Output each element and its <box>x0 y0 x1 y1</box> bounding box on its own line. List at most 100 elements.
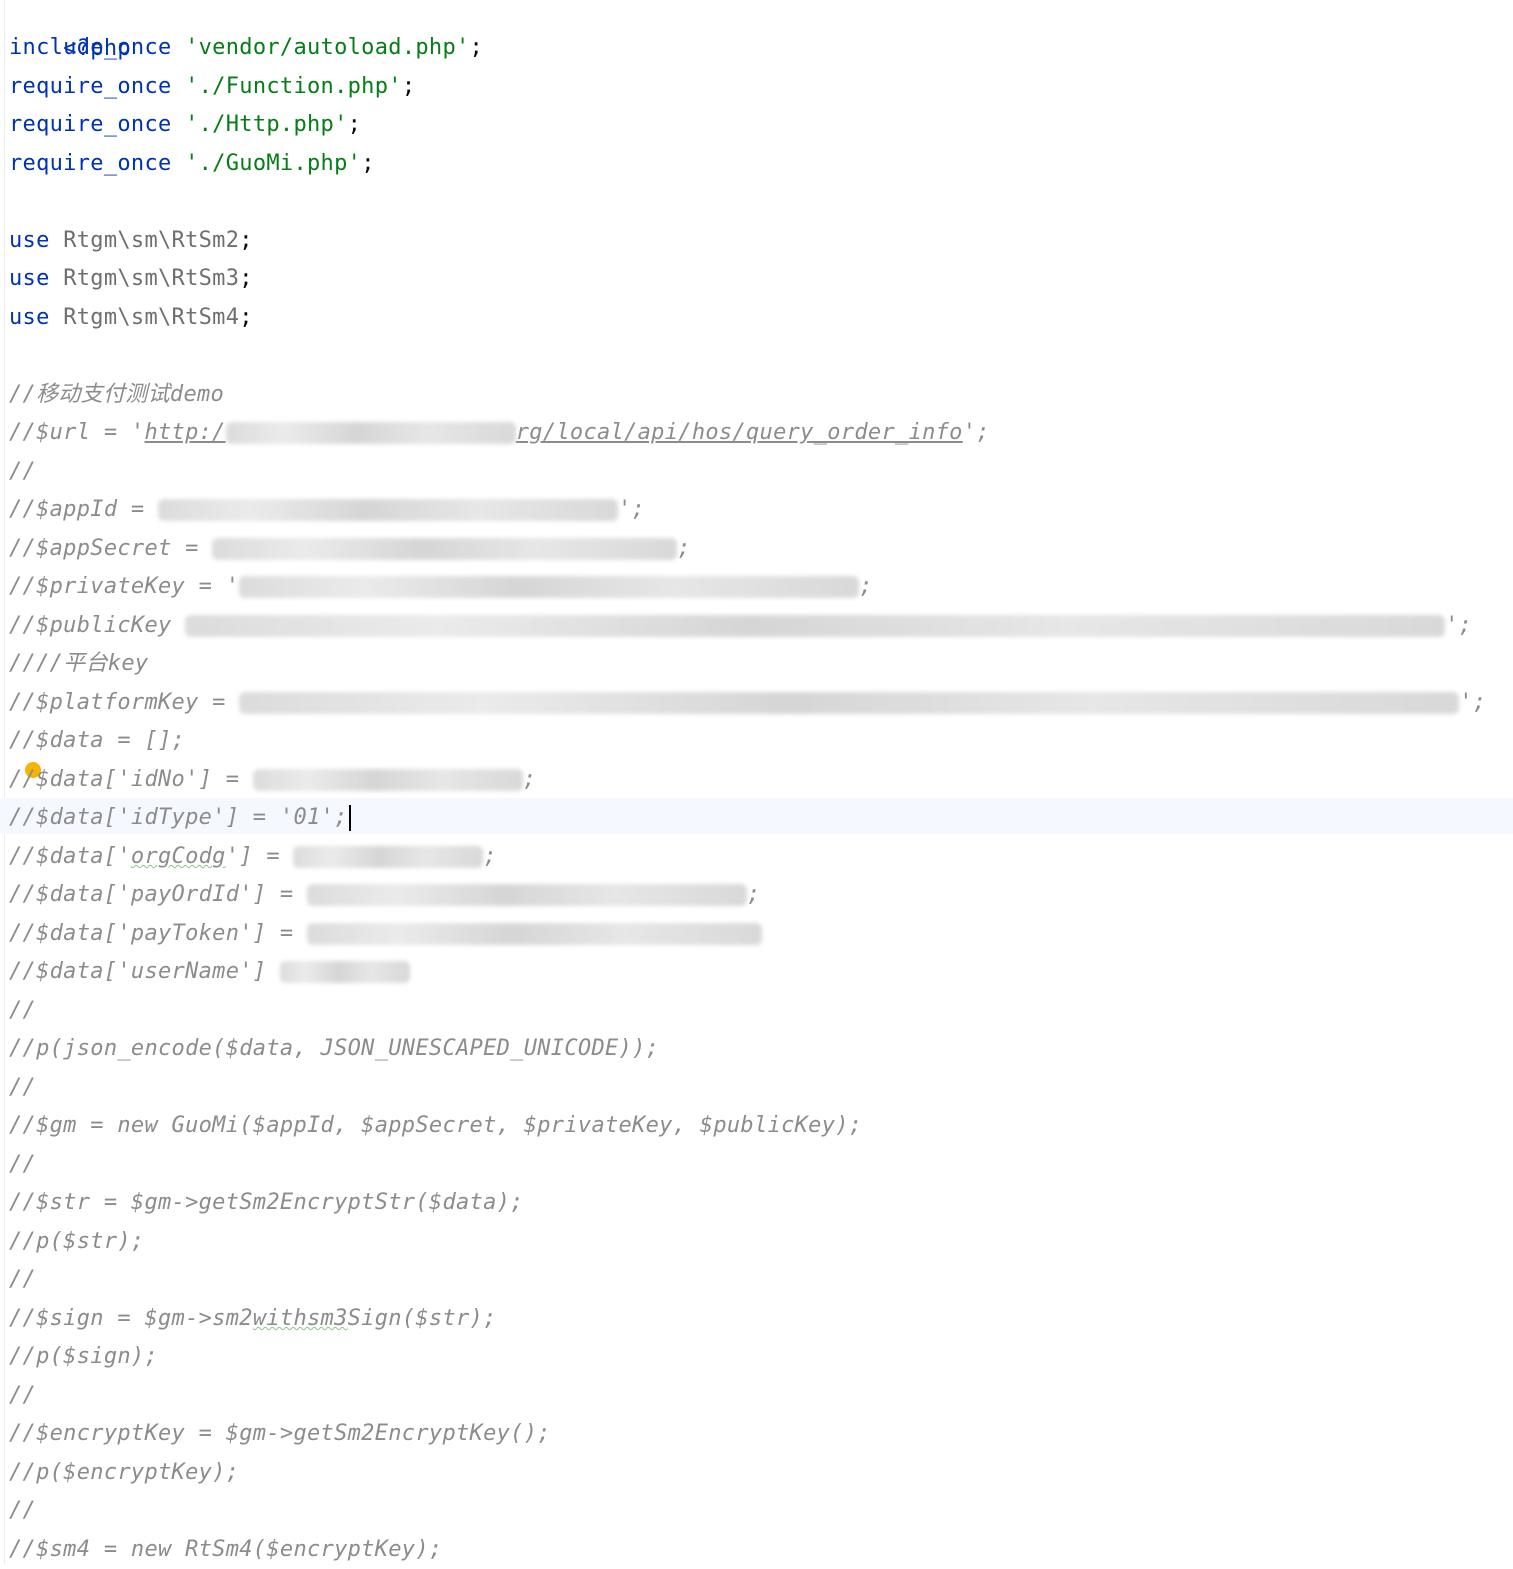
code-line[interactable]: // <box>9 992 36 1030</box>
code-line[interactable]: //$data['orgCodg'] = ; <box>9 838 497 876</box>
string-literal: './Http.php' <box>185 112 348 137</box>
code-line[interactable]: //$appSecret = ; <box>9 530 691 568</box>
code-line[interactable]: //$publicKey '; <box>9 607 1472 645</box>
comment-text: //$data = []; <box>9 728 186 753</box>
comment-text: // <box>9 1267 37 1292</box>
comment-text-cjk: 平台 <box>63 651 108 676</box>
comment-text: '] = <box>225 844 294 869</box>
comment-text: // <box>9 1152 37 1177</box>
comment-text: //$data[' <box>9 844 131 869</box>
comment-text: //p($encryptKey); <box>9 1460 240 1485</box>
comment-text: ; <box>483 844 498 869</box>
punctuation: ; <box>239 266 253 291</box>
comment-text: //p($sign); <box>9 1344 158 1369</box>
redacted-block <box>225 422 516 444</box>
keyword: require_once <box>9 112 172 137</box>
gutter-divider <box>4 0 5 1564</box>
code-line[interactable]: //$url = 'http:/ rg/local/api/hos/query_o… <box>9 414 990 452</box>
code-line[interactable]: //$sm4 = new RtSm4($encryptKey); <box>9 1531 442 1569</box>
code-line[interactable]: // <box>9 1146 36 1184</box>
comment-text: //$data['payToken'] = <box>9 921 307 946</box>
string-literal: 'vendor/autoload.php' <box>185 35 470 60</box>
comment-marker: // <box>9 382 37 407</box>
code-line[interactable]: //$data['payToken'] = <box>9 915 762 953</box>
comment-marker: //// <box>9 651 64 676</box>
keyword: include_once <box>9 35 172 60</box>
comment-text: //$sign = $gm->sm2 <box>9 1306 253 1331</box>
code-line[interactable]: include_once 'vendor/autoload.php'; <box>9 29 483 67</box>
code-line[interactable]: require_once './GuoMi.php'; <box>9 145 375 183</box>
code-line[interactable]: //$sign = $gm->sm2withsm3Sign($str); <box>9 1300 497 1338</box>
comment-text: //$platformKey = <box>9 690 240 715</box>
punctuation: ; <box>239 228 253 253</box>
keyword: use <box>9 228 50 253</box>
redacted-block <box>307 884 747 906</box>
comment-text: //$data['payOrdId'] = <box>9 882 307 907</box>
code-line[interactable]: //p(json_encode($data, JSON_UNESCAPED_UN… <box>9 1030 659 1068</box>
keyword: require_once <box>9 151 172 176</box>
code-line[interactable]: // <box>9 1377 36 1415</box>
code-line[interactable]: use Rtgm\sm\RtSm4; <box>9 299 253 337</box>
code-line[interactable]: //$privateKey = '; <box>9 568 873 606</box>
keyword: use <box>9 305 50 330</box>
string-literal: './GuoMi.php' <box>185 151 362 176</box>
comment-text: '; <box>1445 613 1473 638</box>
string-literal: './Function.php' <box>185 74 402 99</box>
code-editor[interactable]: <?php include_once 'vendor/autoload.php'… <box>0 0 1513 1564</box>
comment-text: //$data['idNo'] = <box>9 767 253 792</box>
code-line[interactable]: ////平台key <box>9 645 148 683</box>
comment-text: //$data['userName'] <box>9 959 280 984</box>
code-line[interactable]: //移动支付测试demo <box>9 376 224 414</box>
comment-text: //$url = ' <box>9 420 145 445</box>
code-line-current[interactable]: //$data['idType'] = '01'; <box>9 799 351 837</box>
code-line[interactable]: //p($encryptKey); <box>9 1454 239 1492</box>
namespace: Rtgm\sm\RtSm3 <box>63 266 240 291</box>
code-line[interactable]: //$encryptKey = $gm->getSm2EncryptKey(); <box>9 1415 551 1453</box>
namespace: Rtgm\sm\RtSm2 <box>63 228 240 253</box>
code-line[interactable]: use Rtgm\sm\RtSm3; <box>9 260 253 298</box>
code-line[interactable]: //$data['userName'] <box>9 953 410 991</box>
redacted-block <box>212 538 678 560</box>
code-line[interactable]: require_once './Http.php'; <box>9 106 361 144</box>
code-line[interactable]: //$appId = '; <box>9 491 645 529</box>
comment-text-cjk: 移动支付测试 <box>36 382 170 407</box>
typo-warning-text: orgCodg <box>130 844 226 869</box>
comment-text: '; <box>1459 690 1487 715</box>
comment-text: //$encryptKey = $gm->getSm2EncryptKey(); <box>9 1421 551 1446</box>
code-line[interactable]: // <box>9 453 36 491</box>
code-line[interactable]: // <box>9 1492 36 1530</box>
code-line[interactable]: //$data['idNo'] = ; <box>9 761 536 799</box>
namespace: Rtgm\sm\RtSm4 <box>63 305 240 330</box>
comment-text: // <box>9 1075 37 1100</box>
code-line[interactable]: //$gm = new GuoMi($appId, $appSecret, $p… <box>9 1107 862 1145</box>
punctuation: ; <box>347 112 362 137</box>
code-line[interactable]: // <box>9 1261 36 1299</box>
code-line[interactable]: //p($str); <box>9 1223 144 1261</box>
punctuation: ; <box>361 151 375 176</box>
keyword: require_once <box>9 74 172 99</box>
comment-text: //$data['idType'] = '01'; <box>9 805 348 830</box>
comment-text: key <box>107 651 149 676</box>
comment-text: //$str = $gm->getSm2EncryptStr($data); <box>9 1190 524 1215</box>
redacted-block <box>293 846 484 868</box>
code-line[interactable]: //$str = $gm->getSm2EncryptStr($data); <box>9 1184 524 1222</box>
redacted-block <box>252 769 523 791</box>
code-line[interactable]: <?php <box>9 0 131 61</box>
punctuation: ; <box>469 35 484 60</box>
redacted-block <box>239 692 1460 714</box>
comment-text: //$sm4 = new RtSm4($encryptKey); <box>9 1537 443 1562</box>
comment-text: ; <box>747 882 761 907</box>
url-link[interactable]: rg/local/api/hos/query_order_info <box>516 420 963 445</box>
code-line[interactable]: //$data['payOrdId'] = ; <box>9 876 761 914</box>
code-line[interactable]: // <box>9 1069 36 1107</box>
redacted-block <box>279 961 410 983</box>
comment-text: Sign($str); <box>347 1306 497 1331</box>
code-line[interactable]: //p($sign); <box>9 1338 158 1376</box>
url-link[interactable]: http:/ <box>144 420 225 445</box>
code-line[interactable]: use Rtgm\sm\RtSm2; <box>9 222 253 260</box>
comment-text: //$appSecret = <box>9 536 213 561</box>
code-line[interactable]: //$platformKey = '; <box>9 684 1486 722</box>
code-line[interactable]: require_once './Function.php'; <box>9 68 415 106</box>
comment-text: demo <box>169 382 225 407</box>
code-line[interactable]: //$data = []; <box>9 722 185 760</box>
